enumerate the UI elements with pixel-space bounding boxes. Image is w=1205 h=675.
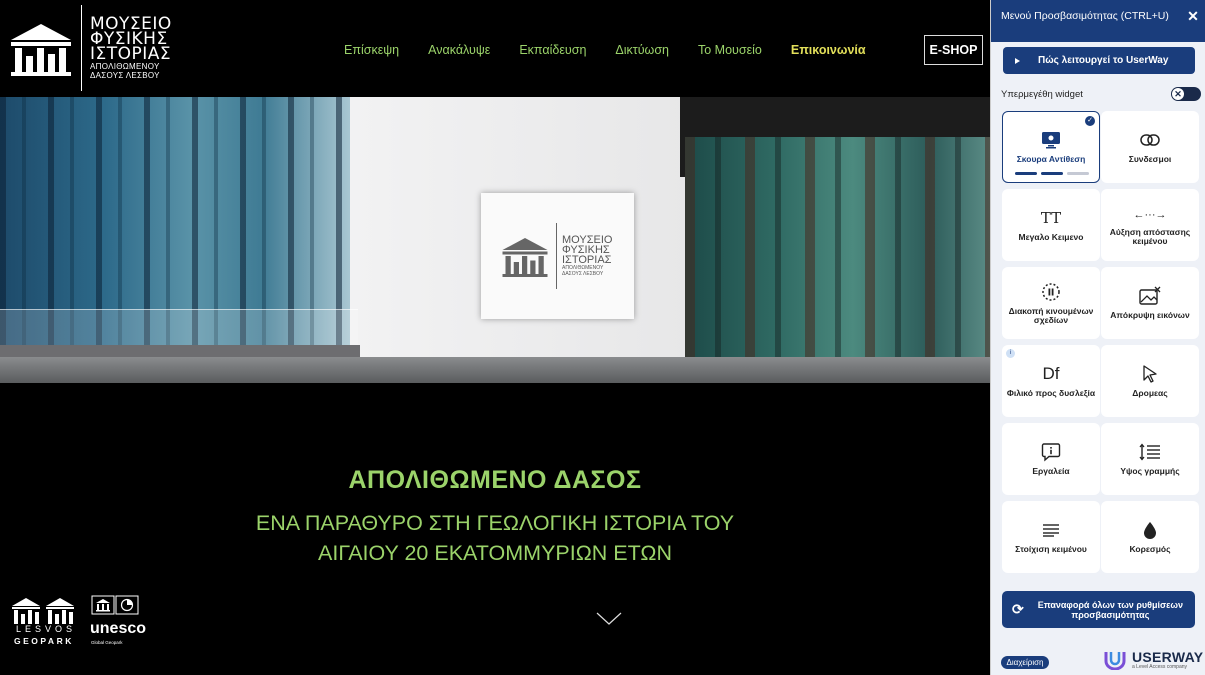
tile-line-height[interactable]: Υψος γραμμής	[1101, 423, 1199, 495]
nav-item-education[interactable]: Εκπαίδευση	[519, 43, 586, 57]
floor	[0, 357, 990, 383]
geopark-text: GEOPARK	[14, 636, 74, 646]
sign-divider	[556, 223, 557, 289]
userway-mark-icon	[1104, 652, 1126, 670]
hero-photo: ΜΟΥΣΕΙΟ ΦΥΣΙΚΗΣ ΙΣΤΟΡΙΑΣ ΑΠΟΛΙΘΩΜΕΝΟΥ ΔΑ…	[0, 97, 990, 383]
logo-line-5: ΔΑΣΟΥΣ ΛΕΣΒΟΥ	[90, 70, 160, 80]
sign-line-5: ΔΑΣΟΥΣ ΛΕΣΒΟΥ	[562, 271, 604, 277]
oversize-widget-toggle[interactable]: ✕	[1171, 87, 1201, 101]
userway-tagline: a Level Access company	[1132, 664, 1188, 670]
close-icon[interactable]: ✕	[1185, 8, 1201, 24]
refresh-icon: ⟳	[1012, 601, 1024, 617]
tile-cursor-label: Δρομεας	[1132, 388, 1168, 399]
tile-text-spacing[interactable]: ←···→ Αύξηση απόστασης κειμένου	[1101, 189, 1199, 261]
userway-name: USERWAY	[1132, 649, 1204, 665]
tile-dyslexia-friendly[interactable]: i Df Φιλικό προς δυσλεξία	[1002, 345, 1100, 417]
tile-saturation-label: Κορεσμός	[1129, 544, 1171, 555]
lesvos-text: LESVOS	[16, 624, 77, 634]
how-it-works-button[interactable]: Πώς λειτουργεί το UserWay	[1003, 47, 1195, 74]
chevron-down-icon[interactable]	[596, 612, 622, 626]
info-icon: i	[1006, 349, 1015, 358]
cursor-icon	[1142, 363, 1158, 385]
logo-text: ΜΟΥΣΕΙΟ ΦΥΣΙΚΗΣ ΙΣΤΟΡΙΑΣ ΑΠΟΛΙΘΩΜΕΝΟΥ ΔΑ…	[90, 15, 172, 80]
tile-hide-images[interactable]: Απόκρυψη εικόνων	[1101, 267, 1199, 339]
tile-links[interactable]: Συνδεσμοι	[1101, 111, 1199, 183]
forest-mural-right	[685, 137, 990, 383]
monitor-icon	[1041, 129, 1061, 151]
how-it-works-label: Πώς λειτουργεί το UserWay	[1038, 55, 1169, 66]
toggle-knob-icon: ✕	[1172, 88, 1184, 100]
tile-dark-contrast-label: Σκουρα Αντίθεση	[1016, 154, 1086, 165]
hero-subtitle-line-1: ΕΝΑ ΠΑΡΑΘΥΡΟ ΣΤΗ ΓΕΩΛΟΓΙΚΗ ΙΣΤΟΡΙΑ ΤΟΥ	[255, 511, 735, 535]
tools-icon	[1041, 441, 1061, 463]
eshop-button[interactable]: E-SHOP	[924, 35, 983, 65]
tile-hide-images-label: Απόκρυψη εικόνων	[1110, 310, 1190, 321]
unesco-text: unesco	[90, 620, 147, 637]
nav-item-contact[interactable]: Επικοινωνία	[791, 43, 866, 57]
reset-settings-label: Επαναφορά όλων των ρυθμίσεων προσβασιμότ…	[1037, 599, 1184, 620]
tile-pause-animations-label: Διακοπή κινουμένων σχεδίων	[1008, 305, 1094, 325]
check-badge-icon: ✓	[1085, 116, 1095, 126]
museum-logo[interactable]: ΜΟΥΣΕΙΟ ΦΥΣΙΚΗΣ ΙΣΤΟΡΙΑΣ ΑΠΟΛΙΘΩΜΕΝΟΥ ΔΑ…	[7, 5, 177, 91]
tile-tools-label: Εργαλεία	[1032, 466, 1070, 477]
tile-text-spacing-label: Αύξηση απόστασης κειμένου	[1109, 226, 1191, 246]
hero-title: ΑΠΟΛΙΘΩΜΕΝΟ ΔΑΣΟΣ	[348, 466, 642, 494]
text-spacing-icon: ←···→	[1133, 208, 1167, 221]
tile-cursor[interactable]: Δρομεας	[1101, 345, 1199, 417]
tile-big-text-label: Μεγαλο Κειμενο	[1018, 232, 1084, 243]
hide-images-icon	[1139, 285, 1161, 307]
logo-line-3: ΙΣΤΟΡΙΑΣ	[90, 43, 172, 64]
site-header: ΜΟΥΣΕΙΟ ΦΥΣΙΚΗΣ ΙΣΤΟΡΙΑΣ ΑΠΟΛΙΘΩΜΕΝΟΥ ΔΑ…	[0, 0, 990, 97]
tile-line-height-label: Υψος γραμμής	[1120, 466, 1180, 477]
accessibility-panel: Μενού Προσβασιμότητας (CTRL+U) ✕ Πώς λει…	[990, 0, 1205, 675]
reset-settings-button[interactable]: ⟳ Επαναφορά όλων των ρυθμίσεων προσβασιμ…	[1002, 591, 1195, 628]
oversize-widget-label: Υπερμεγέθη widget	[1001, 88, 1083, 100]
bottom-logo-text: LESVOS GEOPARK unesco Global Geopark	[12, 620, 172, 652]
nav-item-museum[interactable]: Το Μουσείο	[698, 43, 762, 57]
main-nav: Επίσκεψη Ανακάλυψε Εκπαίδευση Δικτύωση Τ…	[344, 30, 895, 70]
line-height-icon	[1139, 441, 1161, 463]
global-geopark-text: Global Geopark	[91, 640, 123, 645]
tile-big-text[interactable]: TT Μεγαλο Κειμενο	[1002, 189, 1100, 261]
logo-line-4: ΑΠΟΛΙΘΩΜΕΝΟΥ	[90, 61, 160, 71]
text-size-icon: TT	[1040, 209, 1062, 228]
page: ΜΟΥΣΕΙΟ ΦΥΣΙΚΗΣ ΙΣΤΟΡΙΑΣ ΑΠΟΛΙΘΩΜΕΝΟΥ ΔΑ…	[0, 0, 1205, 675]
tile-saturation[interactable]: Κορεσμός	[1101, 501, 1199, 573]
hero-subtitle-line-2: ΑΙΓΑΙΟΥ 20 ΕΚΑΤΟΜΜΥΡΙΩΝ ΕΤΩΝ	[318, 541, 672, 565]
pause-animation-icon	[1041, 281, 1061, 303]
tile-dyslexia-friendly-label: Φιλικό προς δυσλεξία	[1006, 388, 1096, 399]
tile-tools[interactable]: Εργαλεία	[1002, 423, 1100, 495]
panel-title: Μενού Προσβασιμότητας (CTRL+U)	[1001, 10, 1169, 22]
panel-header: Μενού Προσβασιμότητας (CTRL+U) ✕	[991, 0, 1205, 42]
sign-line-3: ΙΣΤΟΡΙΑΣ	[562, 254, 612, 266]
nav-item-networking[interactable]: Δικτύωση	[615, 43, 669, 57]
nav-item-discover[interactable]: Ανακάλυψε	[428, 43, 490, 57]
sign-temple-icon	[502, 238, 548, 277]
sign-text: ΜΟΥΣΕΙΟ ΦΥΣΙΚΗΣ ΙΣΤΟΡΙΑΣ ΑΠΟΛΙΘΩΜΕΝΟΥ ΔΑ…	[562, 235, 612, 278]
contrast-steps	[1015, 172, 1089, 175]
tile-links-label: Συνδεσμοι	[1128, 154, 1172, 165]
play-icon	[1015, 57, 1020, 64]
saturation-icon	[1143, 519, 1157, 541]
museum-temple-icon	[11, 24, 71, 76]
museum-wall-sign: ΜΟΥΣΕΙΟ ΦΥΣΙΚΗΣ ΙΣΤΟΡΙΑΣ ΑΠΟΛΙΘΩΜΕΝΟΥ ΔΑ…	[481, 193, 634, 319]
text-align-icon	[1042, 519, 1060, 541]
tile-dark-contrast[interactable]: ✓ Σκουρα Αντίθεση	[1002, 111, 1100, 183]
link-icon	[1140, 129, 1160, 151]
dyslexia-icon: Df	[1042, 364, 1060, 384]
nav-item-visit[interactable]: Επίσκεψη	[344, 43, 399, 57]
userway-wordmark: USERWAY a Level Access company	[1132, 650, 1203, 670]
userway-logo[interactable]: USERWAY a Level Access company	[1104, 650, 1203, 670]
oversize-widget-row: Υπερμεγέθη widget ✕	[1001, 86, 1201, 102]
manage-button[interactable]: Διαχείριση	[1001, 656, 1049, 669]
tile-text-align[interactable]: Στοίχιση κειμένου	[1002, 501, 1100, 573]
logo-divider	[81, 5, 82, 91]
tile-text-align-label: Στοίχιση κειμένου	[1015, 544, 1087, 555]
tile-pause-animations[interactable]: Διακοπή κινουμένων σχεδίων	[1002, 267, 1100, 339]
hero-subtitle: ΕΝΑ ΠΑΡΑΘΥΡΟ ΣΤΗ ΓΕΩΛΟΓΙΚΗ ΙΣΤΟΡΙΑ ΤΟΥ Α…	[0, 508, 990, 568]
